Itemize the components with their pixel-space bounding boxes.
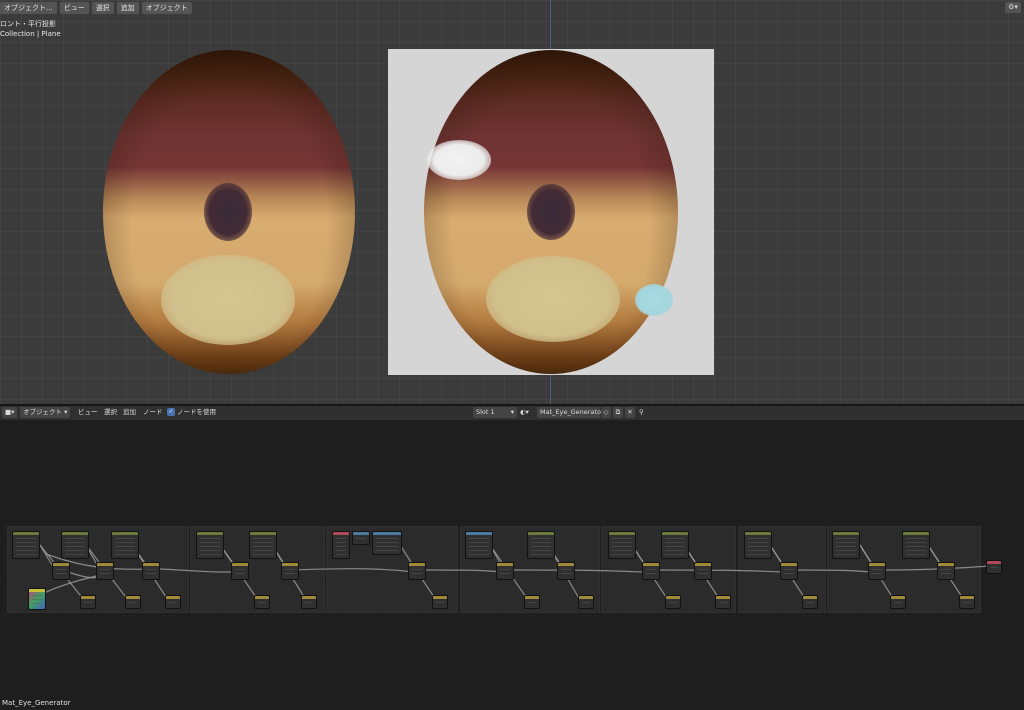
shader-node[interactable] — [902, 531, 930, 559]
shader-node[interactable] — [165, 595, 181, 609]
eye-pupil — [527, 184, 575, 240]
shader-node[interactable] — [352, 531, 370, 545]
node-mode-label: オブジェクト — [23, 408, 62, 416]
shader-node[interactable] — [281, 562, 299, 580]
shader-node[interactable] — [578, 595, 594, 609]
image-plane[interactable] — [388, 49, 714, 375]
gizmo-settings-icon[interactable]: ⚙▾ — [1005, 2, 1021, 13]
shader-node[interactable] — [12, 531, 40, 559]
shader-node[interactable] — [937, 562, 955, 580]
material-name-overlay: Mat_Eye_Generator — [2, 699, 71, 707]
shader-node[interactable] — [832, 531, 860, 559]
node-editor-header: ■▾ オブジェクト ▾ ビュー 選択 追加 ノード ✓ ノードを使用 Slot 1… — [0, 406, 1024, 420]
shader-node[interactable] — [557, 562, 575, 580]
shader-node[interactable] — [715, 595, 731, 609]
shader-node[interactable] — [642, 562, 660, 580]
shader-node[interactable] — [372, 531, 402, 555]
shader-node[interactable] — [608, 531, 636, 559]
shader-node[interactable] — [432, 595, 448, 609]
shader-node[interactable] — [80, 595, 96, 609]
shader-node[interactable] — [527, 531, 555, 559]
pin-icon[interactable]: ⚲ — [639, 407, 644, 418]
view-info: ロント・平行投影 Collection | Plane — [0, 19, 61, 39]
shader-node[interactable] — [254, 595, 270, 609]
node-view-menu[interactable]: ビュー — [78, 407, 98, 418]
3d-viewport[interactable]: オブジェクト... ビュー 選択 追加 オブジェクト ⚙▾ ロント・平行投影 C… — [0, 0, 1024, 405]
shader-node[interactable] — [61, 531, 89, 559]
view-menu[interactable]: ビュー — [59, 2, 89, 14]
blender-window: オブジェクト... ビュー 選択 追加 オブジェクト ⚙▾ ロント・平行投影 C… — [0, 0, 1024, 710]
material-browse-icon[interactable]: ◐▾ — [520, 407, 529, 418]
slot-dropdown[interactable]: Slot 1 ▾ — [473, 407, 517, 418]
shader-node[interactable] — [249, 531, 277, 559]
shader-node[interactable] — [868, 562, 886, 580]
collection-info: Collection | Plane — [0, 30, 61, 38]
shader-node[interactable] — [802, 595, 818, 609]
material-name-field[interactable]: Mat_Eye_Generator — [537, 407, 604, 418]
object-menu[interactable]: オブジェクト — [141, 2, 192, 14]
shader-node[interactable] — [231, 562, 249, 580]
shader-node[interactable] — [465, 531, 493, 559]
shader-node[interactable] — [301, 595, 317, 609]
mode-dropdown[interactable]: オブジェクト... — [0, 2, 57, 14]
shader-node[interactable] — [332, 531, 350, 559]
shader-node[interactable] — [890, 595, 906, 609]
eye-highlight-white — [427, 140, 491, 180]
shader-node[interactable] — [496, 562, 514, 580]
eye-lower-glow — [161, 255, 295, 345]
shader-node[interactable] — [665, 595, 681, 609]
shader-node[interactable] — [524, 595, 540, 609]
node-mode-dropdown[interactable]: オブジェクト ▾ — [20, 407, 71, 418]
use-nodes-checkbox[interactable]: ✓ — [167, 408, 175, 416]
duplicate-material-icon[interactable]: ⧉ — [613, 407, 623, 418]
shader-node[interactable] — [959, 595, 975, 609]
shader-node[interactable] — [52, 562, 70, 580]
shader-node[interactable] — [661, 531, 689, 559]
node-select-menu[interactable]: 選択 — [104, 407, 117, 418]
shader-node[interactable] — [111, 531, 139, 559]
unlink-material-icon[interactable]: ✕ — [625, 407, 635, 418]
color-picker-node[interactable] — [28, 588, 46, 610]
shader-node[interactable] — [694, 562, 712, 580]
fake-user-shield-icon[interactable]: ◇ — [601, 407, 611, 418]
add-menu[interactable]: 追加 — [116, 2, 139, 14]
view-name: ロント・平行投影 — [0, 20, 56, 28]
node-editor-canvas[interactable]: Mat_Eye_Generator — [0, 420, 1024, 710]
node-menu[interactable]: ノード — [143, 407, 163, 418]
shader-node[interactable] — [125, 595, 141, 609]
editor-type-dropdown[interactable]: ■▾ — [2, 407, 18, 418]
shader-node[interactable] — [142, 562, 160, 580]
shader-node[interactable] — [780, 562, 798, 580]
eye-mesh-preview[interactable] — [103, 50, 355, 374]
eye-highlight-blue — [635, 284, 673, 316]
shader-node[interactable] — [408, 562, 426, 580]
shader-node[interactable] — [196, 531, 224, 559]
node-add-menu[interactable]: 追加 — [123, 407, 136, 418]
shader-node[interactable] — [96, 562, 114, 580]
eye-pupil — [204, 183, 252, 241]
viewport-header: オブジェクト... ビュー 選択 追加 オブジェクト — [0, 2, 192, 14]
material-output-node[interactable] — [986, 560, 1002, 574]
slot-label: Slot 1 — [476, 408, 495, 416]
use-nodes-toggle[interactable]: ✓ ノードを使用 — [167, 407, 216, 418]
eye-texture-preview — [424, 50, 678, 374]
shader-node[interactable] — [744, 531, 772, 559]
eye-lower-glow — [486, 256, 620, 342]
use-nodes-label: ノードを使用 — [177, 408, 216, 416]
select-menu[interactable]: 選択 — [91, 2, 114, 14]
